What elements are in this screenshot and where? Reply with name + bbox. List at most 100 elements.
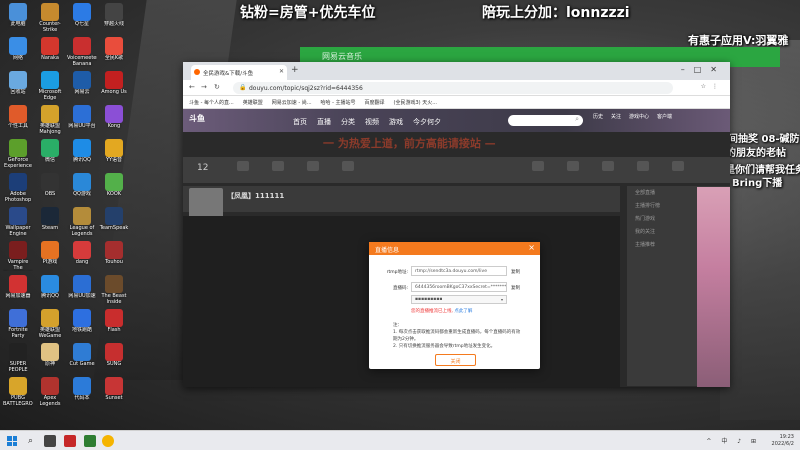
toolbar-item[interactable] xyxy=(663,161,693,173)
desktop-icon[interactable]: Sunset xyxy=(99,377,129,411)
ad-banner[interactable] xyxy=(697,187,730,387)
toolbar-item[interactable] xyxy=(593,161,623,173)
url-input[interactable]: 🔒 douyu.com/topic/sqj2sz?rid=6444356 xyxy=(233,82,673,94)
desktop-icon[interactable]: dang xyxy=(67,241,97,275)
site-nav-item[interactable]: 今夕何夕 xyxy=(413,118,441,126)
desktop-icon[interactable]: KOOK xyxy=(99,173,129,207)
desktop-icon[interactable]: Vampire The Masquerade xyxy=(3,241,33,275)
desktop-icon[interactable]: 穿越火线 xyxy=(99,3,129,37)
desktop-icon[interactable]: 回收站 xyxy=(3,71,33,105)
desktop-icon[interactable]: 网易云 xyxy=(67,71,97,105)
desktop-icon[interactable]: 英雄联盟 WeGame xyxy=(35,309,65,343)
desktop-icon[interactable]: Apex Legends xyxy=(35,377,65,411)
desktop-icon[interactable]: QQ游戏 xyxy=(67,173,97,207)
site-nav-item[interactable]: 游戏 xyxy=(389,118,403,126)
toolbar-item[interactable] xyxy=(228,161,258,173)
bookmark-item[interactable]: 哈哈 - 主播站号 xyxy=(321,100,356,106)
desktop-icon[interactable]: 个性工具 xyxy=(3,105,33,139)
desktop-icon[interactable]: SUPER PEOPLE xyxy=(3,343,33,377)
site-logo[interactable]: 斗鱼 xyxy=(189,113,205,124)
desktop-icon[interactable]: PUBG BATTLEGROUNDS xyxy=(3,377,33,411)
server-select[interactable]: ▪▪▪▪▪▪▪▪▪ ▾ xyxy=(411,295,507,304)
desktop-icon[interactable]: 网易UU加速 xyxy=(67,275,97,309)
search-icon[interactable]: ⌕ xyxy=(575,115,579,124)
toolbar-item[interactable] xyxy=(298,161,328,173)
clock[interactable]: 19:23 2022/6/2 xyxy=(772,434,794,448)
wechat-icon[interactable] xyxy=(84,435,96,447)
bookmark-item[interactable]: 斗鱼 - 每个人的直... xyxy=(189,100,234,106)
site-nav-item[interactable]: 首页 xyxy=(293,118,307,126)
desktop-icon[interactable]: Adobe Photoshop xyxy=(3,173,33,207)
desktop-icon[interactable]: 原神 xyxy=(35,343,65,377)
toolbar-item[interactable] xyxy=(263,161,293,173)
desktop-icon[interactable]: 网络 xyxy=(3,37,33,71)
system-tray[interactable]: ^ 中 ♪ ⊞ xyxy=(706,436,760,445)
copy-key-button[interactable]: 复制 xyxy=(511,285,520,291)
bookmark-item[interactable]: (全民游戏3) 天火... xyxy=(394,100,437,106)
desktop-icon[interactable]: 全民K歌 xyxy=(99,37,129,71)
site-nav-item[interactable]: 分类 xyxy=(341,118,355,126)
start-button[interactable] xyxy=(7,436,17,446)
site-header-link[interactable]: 客户端 xyxy=(657,114,672,120)
forward-icon[interactable]: → xyxy=(201,83,207,91)
bookmark-item[interactable]: 网易云加速 - 尚... xyxy=(272,100,312,106)
desktop-icon[interactable]: Kong xyxy=(99,105,129,139)
desktop-icon[interactable]: Among Us xyxy=(99,71,129,105)
app-icon[interactable] xyxy=(64,435,76,447)
desktop-icon[interactable]: 此电脑 xyxy=(3,3,33,37)
desktop-icon[interactable]: OBS xyxy=(35,173,65,207)
new-tab-icon[interactable]: + xyxy=(291,65,299,75)
browser-tab[interactable]: 全民游戏&下载/斗鱼 ✕ xyxy=(191,65,287,80)
desktop-icon[interactable]: Q七星 xyxy=(67,3,97,37)
site-header-link[interactable]: 游戏中心 xyxy=(629,114,649,120)
toolbar-item[interactable] xyxy=(333,161,363,173)
tab-close-icon[interactable]: ✕ xyxy=(279,68,284,75)
copy-rtmp-button[interactable]: 复制 xyxy=(511,269,520,275)
desktop-icon[interactable]: GeForce Experience xyxy=(3,139,33,173)
desktop-icon[interactable]: Cut Game xyxy=(67,343,97,377)
desktop-icon[interactable]: Fortnite Party xyxy=(3,309,33,343)
desktop-icon[interactable]: Voicemeeter Banana xyxy=(67,37,97,71)
desktop-icon[interactable]: 微信 xyxy=(35,139,65,173)
site-nav-item[interactable]: 直播 xyxy=(317,118,331,126)
desktop-icon[interactable]: The Beast Inside xyxy=(99,275,129,309)
site-nav-item[interactable]: 视频 xyxy=(365,118,379,126)
window-controls[interactable]: –□✕ xyxy=(681,65,726,74)
desktop-icon[interactable]: Naraka xyxy=(35,37,65,71)
desktop-icon[interactable]: Flash xyxy=(99,309,129,343)
site-header-link[interactable]: 关注 xyxy=(611,114,621,120)
desktop-icon[interactable]: PI游戏 xyxy=(35,241,65,275)
learn-more-link[interactable]: 点此了解 xyxy=(454,309,472,314)
site-search-input[interactable]: ⌕ xyxy=(508,115,583,126)
browser-extension-icons[interactable]: ☆⋮ xyxy=(701,83,724,90)
toolbar-item[interactable] xyxy=(558,161,588,173)
desktop-icon[interactable]: YY语音 xyxy=(99,139,129,173)
desktop-icon[interactable]: 腾讯QQ xyxy=(67,139,97,173)
desktop-icon[interactable]: 网易加速器 xyxy=(3,275,33,309)
desktop-icon[interactable]: Counter-Strike xyxy=(35,3,65,37)
toolbar-item[interactable] xyxy=(628,161,658,173)
back-icon[interactable]: ← xyxy=(189,83,195,91)
desktop-icon[interactable]: Touhou xyxy=(99,241,129,275)
close-dialog-button[interactable]: 关闭 xyxy=(435,354,476,366)
desktop-icon[interactable]: 网易UU平台 xyxy=(67,105,97,139)
search-icon[interactable]: ⌕ xyxy=(28,436,33,446)
desktop-icon[interactable]: SUNG xyxy=(99,343,129,377)
rtmp-field[interactable]: rtmp://sendtc3a.douyu.com/live xyxy=(411,266,507,276)
stream-key-field[interactable]: 6444356roomBKgoC37xxSecret=*********** xyxy=(411,282,507,292)
taskview-icon[interactable] xyxy=(44,435,56,447)
desktop-icon[interactable]: 地铁跑酷 xyxy=(67,309,97,343)
desktop-icon[interactable]: TeamSpeak xyxy=(99,207,129,241)
desktop-icon[interactable]: Wallpaper Engine xyxy=(3,207,33,241)
bookmark-item[interactable]: 百度翻译 xyxy=(365,100,385,106)
close-icon[interactable]: × xyxy=(528,243,535,252)
desktop-icon[interactable]: Microsoft Edge xyxy=(35,71,65,105)
desktop-icon[interactable]: 英雄联盟Mahjong xyxy=(35,105,65,139)
site-header-link[interactable]: 历史 xyxy=(593,114,603,120)
bookmark-item[interactable]: 英雄联盟 xyxy=(243,100,263,106)
desktop-icon[interactable]: Steam xyxy=(35,207,65,241)
chrome-icon[interactable] xyxy=(102,435,114,447)
toolbar-item[interactable] xyxy=(523,161,553,173)
desktop-icon[interactable]: 腾讯QQ xyxy=(35,275,65,309)
desktop-icon[interactable]: League of Legends xyxy=(67,207,97,241)
